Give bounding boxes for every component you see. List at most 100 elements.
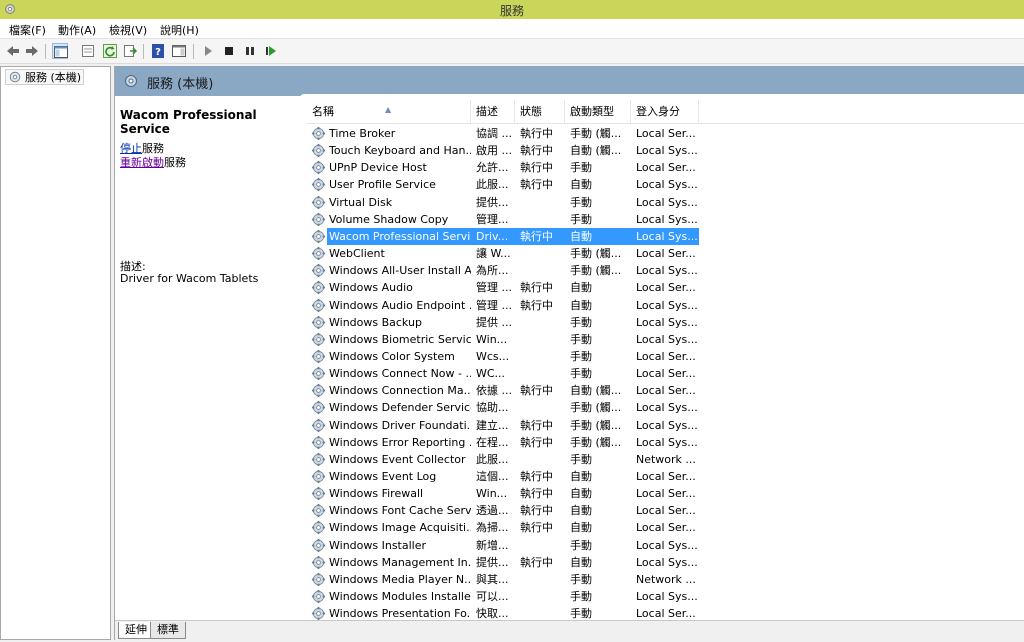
table-row[interactable]: Wacom Professional Servi... Driv... 執行中 自動 L… — [307, 227, 699, 245]
service-log-on-as: Local Ser... — [636, 247, 696, 261]
service-status: 執行中 — [520, 127, 553, 140]
service-startup-type: 手動 — [570, 315, 592, 329]
tab-standard[interactable]: 標準 — [150, 622, 186, 639]
service-status: 執行中 — [520, 487, 553, 501]
refresh-icon[interactable] — [102, 43, 118, 59]
tab-extended[interactable]: 延伸 — [118, 622, 154, 639]
pause-service-icon[interactable] — [242, 43, 258, 59]
export-list-icon[interactable] — [122, 43, 138, 59]
list-top-edge — [300, 94, 1024, 98]
service-startup-type: 手動 — [570, 590, 592, 604]
table-row[interactable]: Windows Connect Now - ... WC... 手動 Local Se… — [307, 365, 699, 382]
service-name: Windows Defender Service — [329, 401, 471, 415]
table-row[interactable]: Time Broker 協調 ... 執行中 手動 (觸... Local Ser... — [307, 125, 699, 142]
table-row[interactable]: User Profile Service 此服... 執行中 自動 Local Sys.… — [307, 176, 699, 193]
toolbar-separator — [143, 44, 144, 59]
service-startup-type: 手動 — [570, 367, 592, 381]
stop-service-icon[interactable] — [221, 43, 237, 59]
service-status: 執行中 — [520, 504, 553, 518]
table-row[interactable]: Windows Driver Foundati... 建立... 執行中 手動 (觸.… — [307, 417, 699, 434]
table-row[interactable]: Volume Shadow Copy 管理... 手動 Local Sys... — [307, 211, 699, 228]
service-description: 快取... — [476, 607, 509, 620]
service-gear-icon — [311, 280, 326, 295]
window-title: 服務 — [499, 4, 524, 18]
service-startup-type: 自動 (觸... — [570, 384, 622, 398]
properties-icon[interactable] — [80, 43, 96, 59]
restart-service-link[interactable]: 重新啟動 — [120, 156, 164, 169]
show-action-pane-icon[interactable] — [171, 43, 187, 59]
services-list[interactable]: 名稱 ▲ 描述 狀態 啟動類型 登入身分 Time Broker 協調 ... 執行… — [307, 100, 1024, 620]
column-header-log-on-as[interactable]: 登入身分 — [631, 100, 699, 124]
table-row[interactable]: WebClient 讓 W... 手動 (觸... Local Ser... — [307, 245, 699, 262]
toolbar: ? — [0, 39, 1024, 64]
service-gear-icon — [311, 263, 326, 278]
service-gear-icon — [311, 160, 326, 175]
service-gear-icon — [311, 606, 326, 620]
menu-file[interactable]: 檔案(F) — [9, 22, 46, 38]
service-startup-type: 手動 — [570, 332, 592, 346]
table-row[interactable]: Windows Firewall Win... 執行中 自動 Local Ser... — [307, 485, 699, 502]
table-row[interactable]: Virtual Disk 提供... 手動 Local Sys... — [307, 194, 699, 211]
service-name: Windows Backup — [329, 315, 422, 329]
table-row[interactable]: Windows Defender Service 協助... 手動 (觸... Loc… — [307, 399, 699, 416]
service-name: Virtual Disk — [329, 195, 393, 209]
service-log-on-as: Local Sys... — [636, 401, 698, 415]
start-service-icon[interactable] — [200, 43, 216, 59]
service-name: Wacom Professional Servi... — [329, 229, 471, 243]
column-header-status[interactable]: 狀態 — [515, 100, 565, 124]
menu-view[interactable]: 檢視(V) — [109, 22, 147, 38]
table-row[interactable]: Windows Backup 提供 ... 手動 Local Sys... — [307, 314, 699, 331]
column-header-description[interactable]: 描述 — [471, 100, 515, 124]
table-row[interactable]: Windows Installer 新增... 手動 Local Sys... — [307, 537, 699, 554]
show-hide-console-tree-icon[interactable] — [52, 43, 68, 59]
table-row[interactable]: Windows Image Acquisiti... 為掃... 執行中 自動 Loca… — [307, 519, 699, 536]
column-header-startup-type[interactable]: 啟動類型 — [565, 100, 631, 124]
menu-action[interactable]: 動作(A) — [58, 22, 96, 38]
menu-help[interactable]: 說明(H) — [160, 22, 199, 38]
table-row[interactable]: Windows Color System Wcs... 手動 Local Ser... — [307, 348, 699, 365]
table-row[interactable]: Windows Connection Ma... 依據 ... 執行中 自動 (觸..… — [307, 382, 699, 399]
service-status: 執行中 — [520, 435, 553, 449]
restart-service-icon[interactable] — [263, 43, 279, 59]
table-row[interactable]: Windows Biometric Service Win... 手動 Local S… — [307, 331, 699, 348]
service-name: Windows Driver Foundati... — [329, 418, 471, 432]
table-row[interactable]: Touch Keyboard and Han... 啟用 ... 執行中 自動 (觸.… — [307, 142, 699, 159]
service-description: 這個... — [476, 470, 509, 483]
service-description: WC... — [476, 367, 506, 381]
service-status — [520, 262, 564, 279]
table-row[interactable]: Windows Error Reporting ... 在程... 執行中 手動 (觸… — [307, 434, 699, 451]
tree-item-services-local[interactable]: 服務 (本機) — [5, 69, 85, 85]
forward-icon[interactable] — [24, 43, 40, 59]
service-name: Windows Image Acquisiti... — [329, 521, 471, 535]
service-name: Windows Event Log — [329, 470, 437, 483]
service-log-on-as: Local Sys... — [636, 195, 698, 209]
table-row[interactable]: Windows Audio 管理 ... 執行中 自動 Local Ser... — [307, 279, 699, 296]
column-header-name[interactable]: 名稱 ▲ — [307, 100, 471, 124]
service-gear-icon — [311, 503, 326, 518]
service-log-on-as: Network ... — [636, 572, 696, 586]
service-gear-icon — [311, 349, 326, 364]
service-description: 啟用 ... — [476, 144, 512, 158]
service-gear-icon — [311, 469, 326, 484]
service-startup-type: 手動 — [570, 212, 592, 226]
table-row[interactable]: Windows Event Log 這個... 執行中 自動 Local Ser... — [307, 468, 699, 485]
table-row[interactable]: Windows Audio Endpoint ... 管理 ... 執行中 自動 Loc… — [307, 297, 699, 314]
table-row[interactable]: Windows All-User Install A... 為所... 手動 (觸.… — [307, 262, 699, 279]
table-row[interactable]: UPnP Device Host 允許... 執行中 手動 Local Ser... — [307, 159, 699, 176]
service-status: 執行中 — [520, 161, 553, 175]
service-log-on-as: Local Ser... — [636, 161, 696, 175]
service-name: Windows All-User Install A... — [329, 264, 471, 278]
service-log-on-as: Local Ser... — [636, 470, 696, 483]
table-row[interactable]: Windows Presentation Fo... 快取... 手動 Local S… — [307, 605, 699, 620]
table-row[interactable]: Windows Management In... 提供... 執行中 自動 Local … — [307, 554, 699, 571]
service-gear-icon — [311, 366, 326, 381]
back-icon[interactable] — [5, 43, 21, 59]
table-row[interactable]: Windows Font Cache Serv... 透過... 執行中 自動 Loca… — [307, 502, 699, 519]
service-status — [520, 537, 564, 554]
table-row[interactable]: Windows Media Player N... 與其... 手動 Network … — [307, 571, 699, 588]
service-description: 透過... — [476, 504, 509, 518]
svg-text:?: ? — [155, 47, 161, 58]
help-icon[interactable]: ? — [150, 43, 166, 59]
table-row[interactable]: Windows Event Collector 此服... 手動 Network ..… — [307, 451, 699, 468]
table-row[interactable]: Windows Modules Installer 可以... 手動 Local Sy… — [307, 588, 699, 605]
